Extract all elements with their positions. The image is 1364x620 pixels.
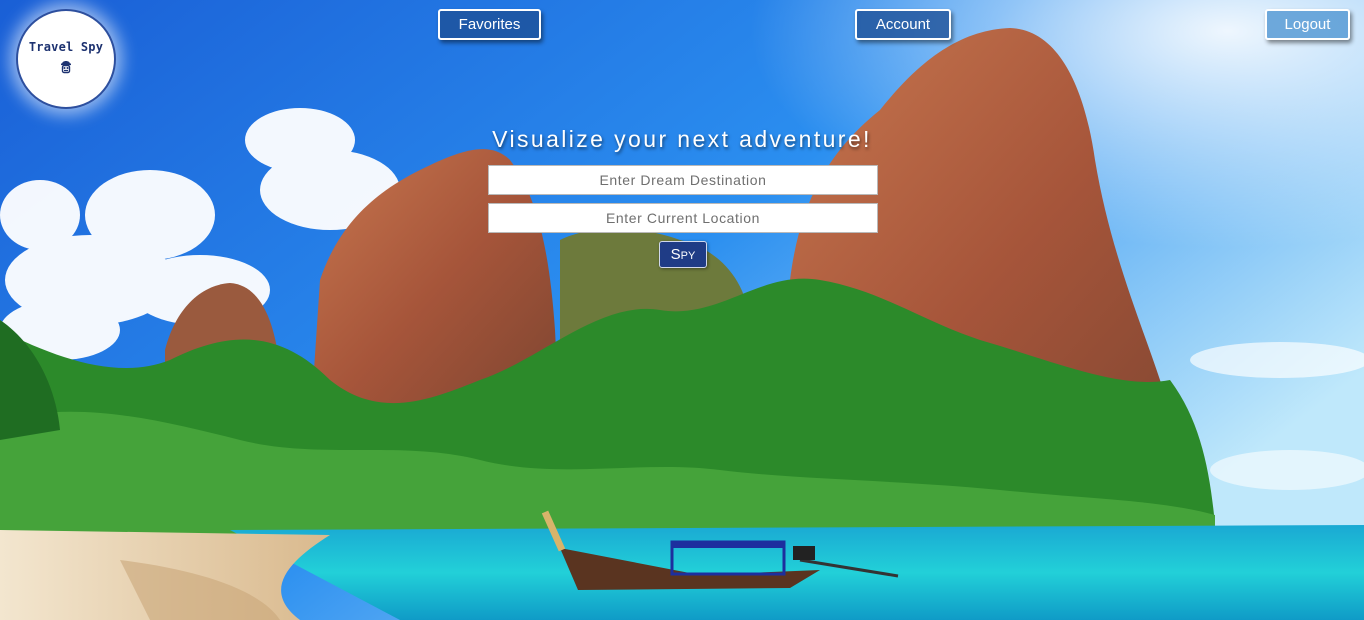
favorites-button[interactable]: Favorites bbox=[438, 9, 541, 40]
hero-headline: Visualize your next adventure! bbox=[492, 126, 872, 152]
account-button[interactable]: Account bbox=[855, 9, 951, 40]
dream-destination-input[interactable] bbox=[488, 165, 878, 195]
logo-text: Travel Spy bbox=[28, 40, 104, 54]
spy-button[interactable]: Spy bbox=[659, 241, 707, 268]
page: Travel Spy Favorites Account Logout Visu… bbox=[0, 0, 1364, 620]
spy-icon bbox=[60, 58, 72, 78]
logo[interactable]: Travel Spy bbox=[16, 9, 116, 109]
logout-button[interactable]: Logout bbox=[1265, 9, 1350, 40]
background-scene bbox=[0, 0, 1364, 620]
current-location-input[interactable] bbox=[488, 203, 878, 233]
